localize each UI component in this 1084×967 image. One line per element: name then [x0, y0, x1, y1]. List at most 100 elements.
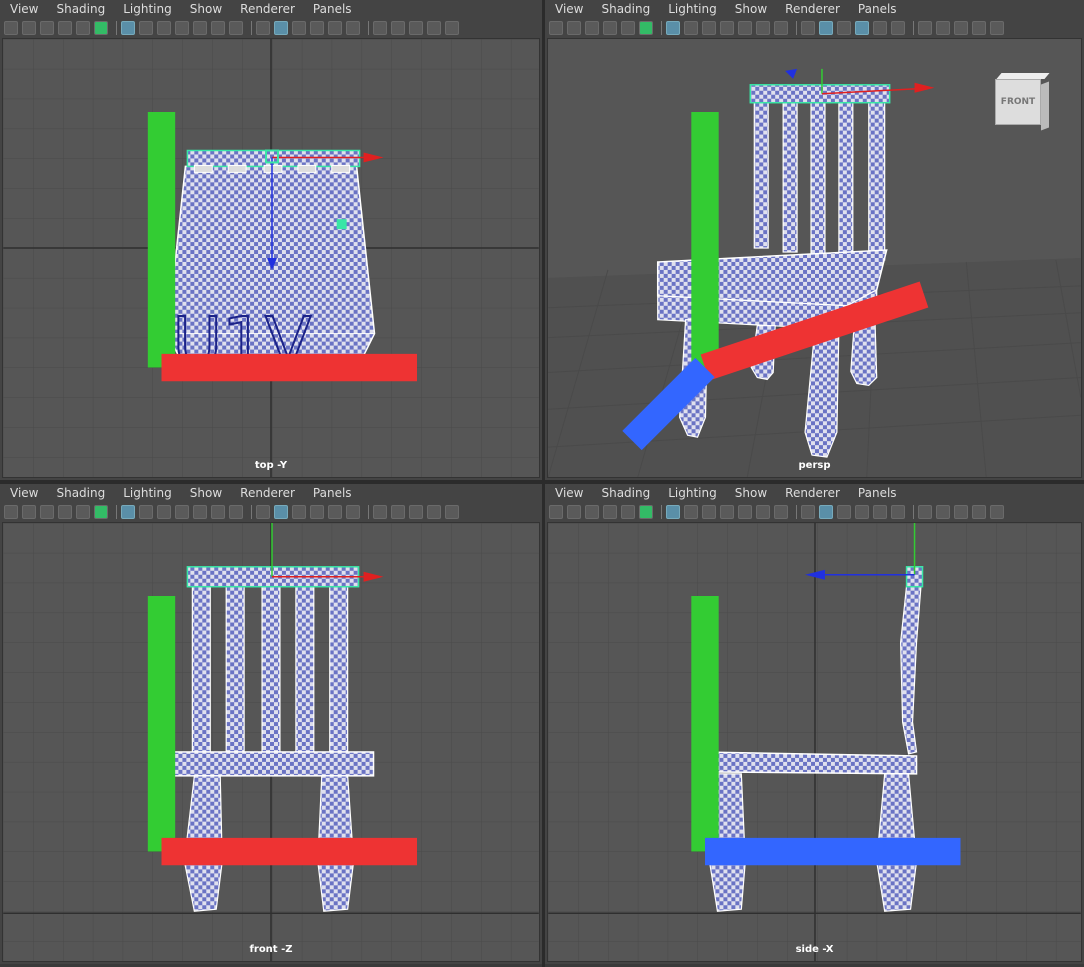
camera-attr-icon[interactable] — [22, 21, 36, 35]
wireframe-icon[interactable] — [256, 505, 270, 519]
menu-show[interactable]: Show — [190, 486, 222, 500]
2d-pan-zoom-icon[interactable] — [76, 505, 90, 519]
camera-icon[interactable] — [549, 21, 563, 35]
menu-view[interactable]: View — [555, 486, 583, 500]
textured-icon[interactable] — [855, 21, 869, 35]
2d-pan-zoom-icon[interactable] — [76, 21, 90, 35]
field-chart-icon[interactable] — [738, 21, 752, 35]
xray-icon[interactable] — [972, 21, 986, 35]
ambient-occlusion-icon[interactable] — [373, 21, 387, 35]
xray-icon[interactable] — [427, 505, 441, 519]
camera-attr-icon[interactable] — [22, 505, 36, 519]
menu-show[interactable]: Show — [735, 486, 767, 500]
default-material-icon[interactable] — [837, 21, 851, 35]
gate-mask-icon[interactable] — [175, 505, 189, 519]
isolate-icon[interactable] — [990, 21, 1004, 35]
film-gate-icon[interactable] — [684, 21, 698, 35]
isolate-icon[interactable] — [445, 505, 459, 519]
viewport-side[interactable]: side -X — [547, 522, 1082, 962]
menu-panels[interactable]: Panels — [313, 486, 352, 500]
shadows-icon[interactable] — [891, 21, 905, 35]
lights-icon[interactable] — [328, 21, 342, 35]
bookmark-icon[interactable] — [40, 21, 54, 35]
camera-icon[interactable] — [4, 21, 18, 35]
menu-view[interactable]: View — [10, 486, 38, 500]
wireframe-icon[interactable] — [801, 21, 815, 35]
textured-icon[interactable] — [310, 505, 324, 519]
grease-pencil-icon[interactable] — [94, 505, 108, 519]
field-chart-icon[interactable] — [738, 505, 752, 519]
menu-lighting[interactable]: Lighting — [123, 2, 172, 16]
anti-alias-icon[interactable] — [409, 505, 423, 519]
menu-shading[interactable]: Shading — [601, 2, 650, 16]
default-material-icon[interactable] — [292, 505, 306, 519]
grease-pencil-icon[interactable] — [639, 21, 653, 35]
menu-lighting[interactable]: Lighting — [668, 486, 717, 500]
smooth-shade-icon[interactable] — [274, 505, 288, 519]
film-gate-icon[interactable] — [139, 21, 153, 35]
wireframe-icon[interactable] — [256, 21, 270, 35]
lights-icon[interactable] — [873, 505, 887, 519]
resolution-gate-icon[interactable] — [157, 505, 171, 519]
bookmark-icon[interactable] — [585, 21, 599, 35]
gate-mask-icon[interactable] — [720, 21, 734, 35]
film-gate-icon[interactable] — [684, 505, 698, 519]
safe-action-icon[interactable] — [211, 21, 225, 35]
viewport-top[interactable]: U1V top -Y — [2, 38, 540, 478]
safe-title-icon[interactable] — [229, 21, 243, 35]
anti-alias-icon[interactable] — [954, 505, 968, 519]
camera-attr-icon[interactable] — [567, 21, 581, 35]
2d-pan-zoom-icon[interactable] — [621, 505, 635, 519]
image-plane-icon[interactable] — [58, 21, 72, 35]
safe-title-icon[interactable] — [774, 21, 788, 35]
motion-blur-icon[interactable] — [391, 505, 405, 519]
menu-shading[interactable]: Shading — [601, 486, 650, 500]
default-material-icon[interactable] — [837, 505, 851, 519]
gate-mask-icon[interactable] — [175, 21, 189, 35]
motion-blur-icon[interactable] — [936, 21, 950, 35]
grid-icon[interactable] — [666, 21, 680, 35]
safe-title-icon[interactable] — [229, 505, 243, 519]
image-plane-icon[interactable] — [603, 21, 617, 35]
menu-shading[interactable]: Shading — [56, 2, 105, 16]
2d-pan-zoom-icon[interactable] — [621, 21, 635, 35]
safe-action-icon[interactable] — [756, 505, 770, 519]
shadows-icon[interactable] — [346, 505, 360, 519]
ambient-occlusion-icon[interactable] — [373, 505, 387, 519]
lights-icon[interactable] — [873, 21, 887, 35]
image-plane-icon[interactable] — [603, 505, 617, 519]
menu-lighting[interactable]: Lighting — [123, 486, 172, 500]
grease-pencil-icon[interactable] — [94, 21, 108, 35]
menu-show[interactable]: Show — [735, 2, 767, 16]
menu-lighting[interactable]: Lighting — [668, 2, 717, 16]
smooth-shade-icon[interactable] — [819, 505, 833, 519]
camera-attr-icon[interactable] — [567, 505, 581, 519]
grid-icon[interactable] — [666, 505, 680, 519]
grid-icon[interactable] — [121, 21, 135, 35]
menu-panels[interactable]: Panels — [313, 2, 352, 16]
menu-show[interactable]: Show — [190, 2, 222, 16]
menu-panels[interactable]: Panels — [858, 486, 897, 500]
bookmark-icon[interactable] — [585, 505, 599, 519]
grease-pencil-icon[interactable] — [639, 505, 653, 519]
menu-renderer[interactable]: Renderer — [240, 486, 295, 500]
field-chart-icon[interactable] — [193, 505, 207, 519]
shadows-icon[interactable] — [346, 21, 360, 35]
textured-icon[interactable] — [310, 21, 324, 35]
default-material-icon[interactable] — [292, 21, 306, 35]
lights-icon[interactable] — [328, 505, 342, 519]
isolate-icon[interactable] — [990, 505, 1004, 519]
ambient-occlusion-icon[interactable] — [918, 505, 932, 519]
resolution-gate-icon[interactable] — [702, 21, 716, 35]
anti-alias-icon[interactable] — [954, 21, 968, 35]
safe-action-icon[interactable] — [211, 505, 225, 519]
menu-view[interactable]: View — [555, 2, 583, 16]
smooth-shade-icon[interactable] — [274, 21, 288, 35]
menu-panels[interactable]: Panels — [858, 2, 897, 16]
viewport-front[interactable]: front -Z — [2, 522, 540, 962]
menu-renderer[interactable]: Renderer — [785, 486, 840, 500]
xray-icon[interactable] — [972, 505, 986, 519]
safe-title-icon[interactable] — [774, 505, 788, 519]
xray-icon[interactable] — [427, 21, 441, 35]
bookmark-icon[interactable] — [40, 505, 54, 519]
